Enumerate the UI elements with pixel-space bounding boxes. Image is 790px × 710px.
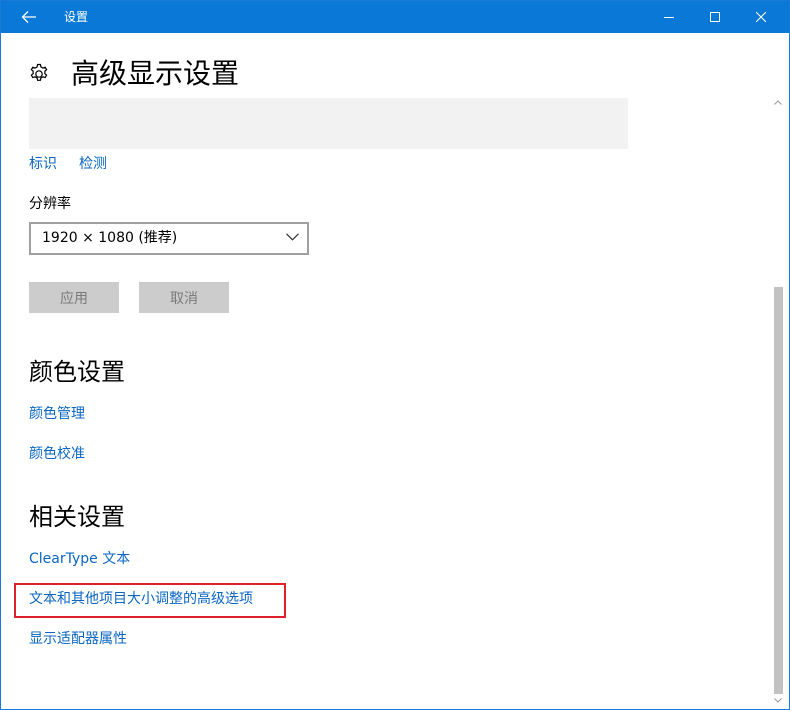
chevron-down-small-icon: [774, 697, 782, 703]
scroll-up-button[interactable]: [772, 96, 784, 108]
back-button[interactable]: [1, 1, 57, 33]
color-settings-heading: 颜色设置: [29, 358, 125, 386]
chevron-up-icon: [774, 99, 782, 105]
identify-link[interactable]: 标识: [29, 154, 57, 174]
gear-icon: [30, 63, 48, 81]
settings-window: 设置 高级显示设置 标识 检测 分辨率 1920 × 1080 (推荐) 应用 …: [0, 0, 790, 710]
scroll-down-button[interactable]: [772, 695, 784, 705]
cleartype-link[interactable]: ClearType 文本: [29, 549, 130, 569]
chevron-down-icon: [286, 233, 299, 241]
minimize-icon: [664, 17, 674, 18]
scrollbar-thumb[interactable]: [774, 287, 783, 694]
page-title: 高级显示设置: [71, 57, 240, 90]
maximize-button[interactable]: [692, 1, 738, 33]
detect-link[interactable]: 检测: [79, 154, 107, 174]
display-preview-area: [29, 98, 628, 149]
resolution-label: 分辨率: [29, 196, 71, 212]
title-bar: 设置: [1, 1, 789, 33]
arrow-left-icon: [21, 11, 36, 23]
maximize-icon: [710, 12, 720, 22]
related-settings-heading: 相关设置: [29, 503, 125, 531]
cancel-button[interactable]: 取消: [139, 282, 229, 313]
apply-button[interactable]: 应用: [29, 282, 119, 313]
color-calibration-link[interactable]: 颜色校准: [29, 444, 85, 464]
adapter-properties-link[interactable]: 显示适配器属性: [29, 629, 127, 649]
resolution-dropdown[interactable]: 1920 × 1080 (推荐): [29, 222, 309, 255]
window-title: 设置: [64, 10, 89, 24]
close-button[interactable]: [738, 1, 784, 33]
resolution-value: 1920 × 1080 (推荐): [42, 230, 178, 246]
minimize-button[interactable]: [646, 1, 692, 33]
color-management-link[interactable]: 颜色管理: [29, 404, 85, 424]
close-icon: [756, 12, 766, 22]
highlight-box: [14, 583, 286, 618]
